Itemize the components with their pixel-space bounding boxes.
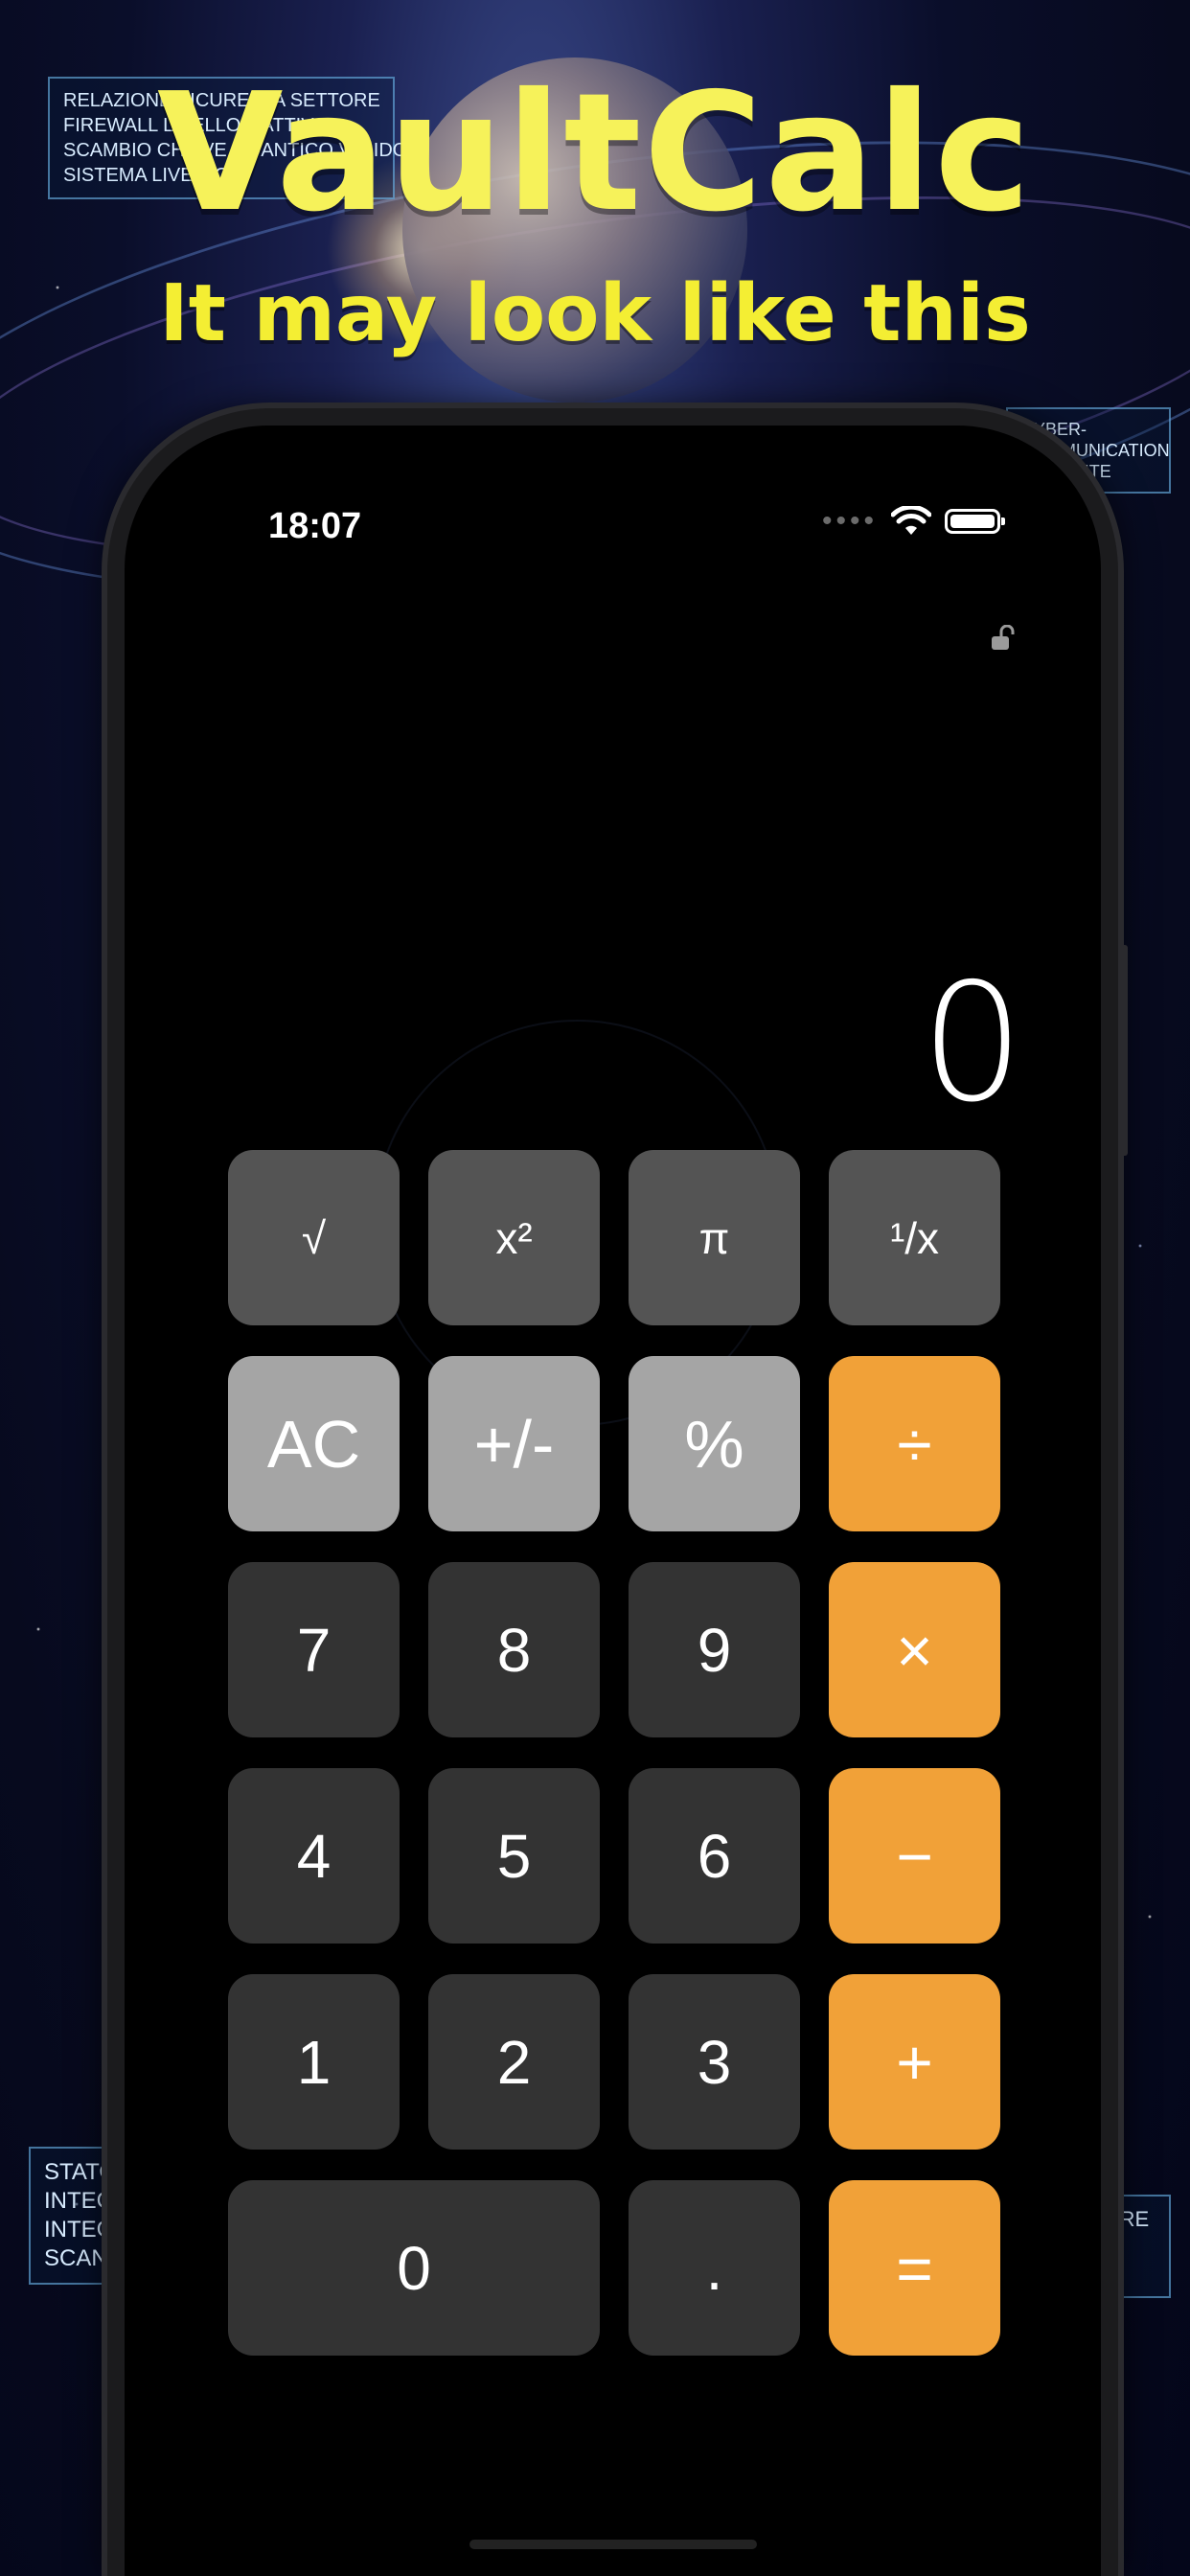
- phone-screen: 18:07 •••• 0 √ x² π ¹/x AC +/- % ÷ 7 8 9…: [125, 426, 1101, 2576]
- square-button[interactable]: x²: [428, 1150, 600, 1325]
- digit-3-button[interactable]: 3: [629, 1974, 800, 2150]
- digit-2-button[interactable]: 2: [428, 1974, 600, 2150]
- digit-4-button[interactable]: 4: [228, 1768, 400, 1944]
- digit-5-button[interactable]: 5: [428, 1768, 600, 1944]
- wifi-icon: [891, 506, 931, 535]
- sign-toggle-button[interactable]: +/-: [428, 1356, 600, 1531]
- sqrt-button[interactable]: √: [228, 1150, 400, 1325]
- digit-1-button[interactable]: 1: [228, 1974, 400, 2150]
- digit-0-button[interactable]: 0: [228, 2180, 600, 2356]
- reciprocal-button[interactable]: ¹/x: [829, 1150, 1000, 1325]
- multiply-button[interactable]: ×: [829, 1562, 1000, 1737]
- equals-button[interactable]: =: [829, 2180, 1000, 2356]
- add-button[interactable]: +: [829, 1974, 1000, 2150]
- decimal-button[interactable]: .: [629, 2180, 800, 2356]
- calculator-display: 0: [920, 949, 1024, 1138]
- status-time: 18:07: [268, 506, 362, 546]
- promo-title: VaultCalc: [156, 58, 1034, 248]
- digit-9-button[interactable]: 9: [629, 1562, 800, 1737]
- promo-subtitle: It may look like this: [159, 268, 1031, 359]
- subtract-button[interactable]: −: [829, 1768, 1000, 1944]
- digit-6-button[interactable]: 6: [629, 1768, 800, 1944]
- pi-button[interactable]: π: [629, 1150, 800, 1325]
- divide-button[interactable]: ÷: [829, 1356, 1000, 1531]
- phone-side-button: [1118, 945, 1128, 1156]
- unlocked-lock-icon[interactable]: [990, 625, 1017, 652]
- clear-button[interactable]: AC: [228, 1356, 400, 1531]
- phone-frame: 18:07 •••• 0 √ x² π ¹/x AC +/- % ÷ 7 8 9…: [107, 408, 1128, 2576]
- home-indicator: [469, 2540, 757, 2549]
- digit-8-button[interactable]: 8: [428, 1562, 600, 1737]
- battery-icon: [945, 509, 1005, 534]
- digit-7-button[interactable]: 7: [228, 1562, 400, 1737]
- percent-button[interactable]: %: [629, 1356, 800, 1531]
- cellular-signal-icon: ••••: [821, 505, 878, 537]
- status-icons: ••••: [821, 505, 1005, 537]
